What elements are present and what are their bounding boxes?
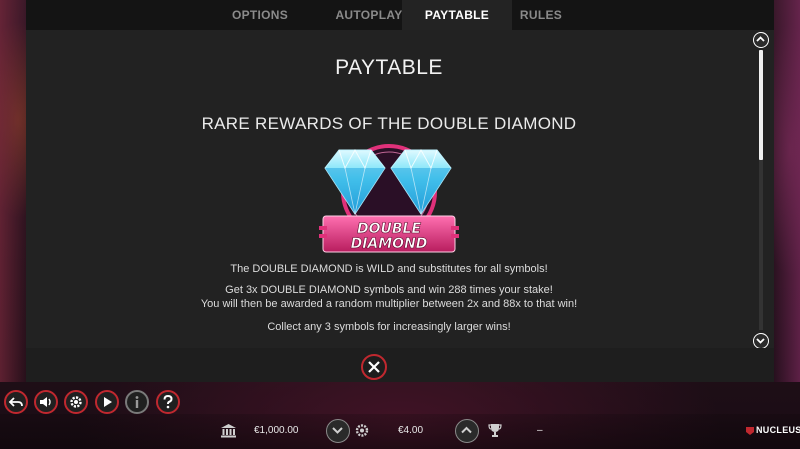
background-right-decor <box>774 0 800 382</box>
autoplay-button[interactable] <box>95 390 119 414</box>
info-icon <box>135 396 139 408</box>
logo-line-1: DOUBLE <box>357 221 421 237</box>
close-button[interactable] <box>361 354 387 380</box>
sound-button[interactable] <box>34 390 58 414</box>
info-button[interactable] <box>125 390 149 414</box>
page-title: PAYTABLE <box>335 56 443 79</box>
balance-value: €1,000.00 <box>254 425 299 436</box>
wild-description: The DOUBLE DIAMOND is WILD and substitut… <box>230 263 548 275</box>
scroll-down-button[interactable] <box>753 333 769 348</box>
brand-name: NUCLEUS <box>756 425 800 435</box>
back-button[interactable] <box>4 390 28 414</box>
play-icon <box>104 397 112 407</box>
tab-bar: OPTIONS AUTOPLAY PAYTABLE RULES <box>26 0 774 30</box>
multiplier-description: You will then be awarded a random multip… <box>200 298 578 310</box>
tab-rules[interactable]: RULES <box>486 0 596 30</box>
chevron-down-icon <box>756 338 765 344</box>
stake-value: €4.00 <box>398 425 424 436</box>
stake-increase-button[interactable] <box>455 419 479 443</box>
gear-icon <box>70 396 82 408</box>
paytable-content: PAYTABLE RARE REWARDS OF THE DOUBLE DIAM… <box>26 30 774 348</box>
nucleus-logo-icon <box>746 427 754 435</box>
close-icon <box>368 361 380 373</box>
speaker-icon <box>40 397 51 407</box>
win-value: – <box>537 425 543 436</box>
chevron-down-icon <box>332 427 343 434</box>
chevron-up-icon <box>756 36 765 42</box>
back-arrow-icon <box>8 397 23 407</box>
logo-line-2: DIAMOND <box>351 236 428 252</box>
collect-description: Collect any 3 symbols for increasingly l… <box>267 321 511 333</box>
background-left-decor <box>0 0 26 382</box>
scrollbar-track[interactable] <box>759 50 763 330</box>
question-icon <box>163 394 173 409</box>
win-description: Get 3x DOUBLE DIAMOND symbols and win 28… <box>225 284 553 296</box>
bank-icon <box>221 424 236 438</box>
chevron-up-icon <box>461 426 472 434</box>
section-title: RARE REWARDS OF THE DOUBLE DIAMOND <box>201 114 577 133</box>
scrollbar-thumb[interactable] <box>759 50 763 160</box>
double-diamond-symbol: DOUBLE DIAMOND <box>319 144 459 253</box>
tab-options[interactable]: OPTIONS <box>206 0 314 30</box>
paytable-modal: OPTIONS AUTOPLAY PAYTABLE RULES PAYTABLE… <box>26 0 774 382</box>
stake-decrease-button[interactable] <box>326 419 350 443</box>
trophy-icon <box>488 424 502 437</box>
settings-button[interactable] <box>64 390 88 414</box>
coin-stack-icon <box>355 424 369 437</box>
scroll-up-button[interactable] <box>753 32 769 48</box>
help-button[interactable] <box>156 390 180 414</box>
